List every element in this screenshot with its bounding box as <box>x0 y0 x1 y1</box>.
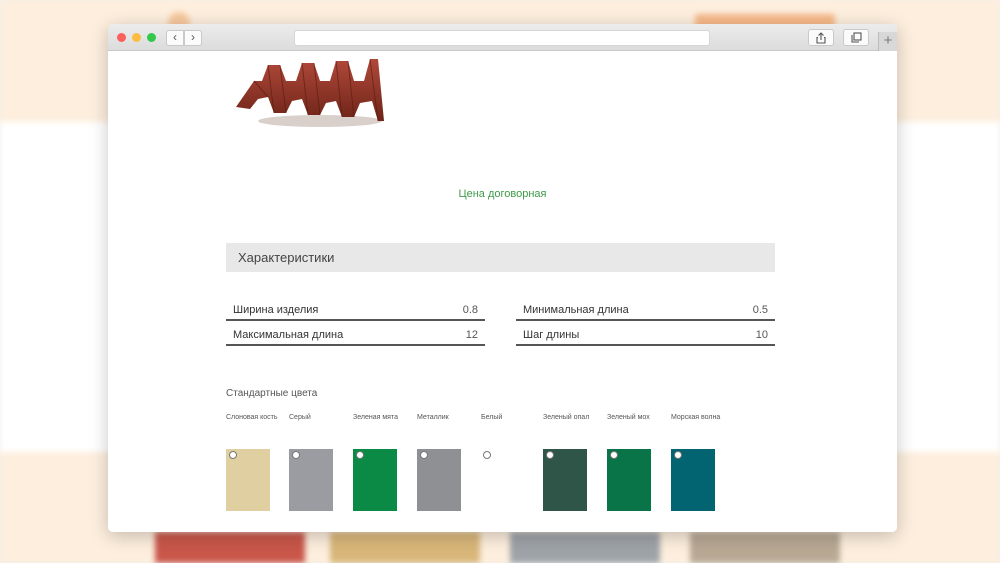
color-radio-white[interactable] <box>483 451 491 459</box>
spec-name: Шаг длины <box>523 329 580 341</box>
address-bar[interactable] <box>294 30 710 46</box>
close-window-button[interactable] <box>117 33 126 42</box>
chevron-left-icon[interactable]: ‹ <box>166 30 184 46</box>
background-tile <box>510 532 660 563</box>
color-label: Белый <box>481 414 503 421</box>
color-label: Зеленый мох <box>607 414 650 421</box>
spec-value: 0.8 <box>462 304 478 316</box>
spec-row: Максимальная длина 12 <box>226 322 485 346</box>
color-label: Металлик <box>417 414 449 421</box>
spec-row: Шаг длины 10 <box>516 322 775 346</box>
color-swatch[interactable] <box>289 449 333 511</box>
color-swatch[interactable] <box>226 449 270 511</box>
color-swatch[interactable] <box>607 449 651 511</box>
page-content: Цена договорная Характеристики Ширина из… <box>108 51 897 532</box>
spec-row: Минимальная длина 0.5 <box>516 297 775 321</box>
color-radio[interactable] <box>356 451 364 459</box>
product-image <box>236 58 384 127</box>
browser-window: ‹ › + Цена договорная Характеристики Шир… <box>108 24 897 532</box>
spec-name: Минимальная длина <box>523 304 629 316</box>
color-swatch[interactable] <box>353 449 397 511</box>
color-radio[interactable] <box>546 451 554 459</box>
share-icon[interactable] <box>808 29 834 46</box>
spec-name: Максимальная длина <box>233 329 344 341</box>
background-tile <box>155 532 305 563</box>
color-swatch[interactable] <box>671 449 715 511</box>
tabs-icon[interactable] <box>843 29 869 46</box>
chevron-right-icon[interactable]: › <box>184 30 202 46</box>
spec-value: 12 <box>465 329 478 341</box>
color-label: Слоновая кость <box>226 414 278 421</box>
zoom-window-button[interactable] <box>147 33 156 42</box>
color-label: Морская волна <box>671 414 721 421</box>
background-tile <box>690 532 840 563</box>
background-tile <box>330 532 480 563</box>
color-radio[interactable] <box>674 451 682 459</box>
color-swatch[interactable] <box>543 449 587 511</box>
color-radio[interactable] <box>610 451 618 459</box>
color-label: Зеленый опал <box>543 414 590 421</box>
color-radio[interactable] <box>420 451 428 459</box>
color-label: Зеленая мята <box>353 414 398 421</box>
spec-value: 0.5 <box>752 304 768 316</box>
color-label: Серый <box>289 414 311 421</box>
spec-name: Ширина изделия <box>233 304 319 316</box>
color-radio[interactable] <box>229 451 237 459</box>
color-radio[interactable] <box>292 451 300 459</box>
colors-title: Стандартные цвета <box>226 388 318 399</box>
plus-icon[interactable]: + <box>878 32 897 51</box>
spec-value: 10 <box>755 329 768 341</box>
price-label: Цена договорная <box>458 188 547 200</box>
browser-toolbar: ‹ › + <box>108 24 897 51</box>
color-swatch[interactable] <box>417 449 461 511</box>
minimize-window-button[interactable] <box>132 33 141 42</box>
spec-row: Ширина изделия 0.8 <box>226 297 485 321</box>
specs-header: Характеристики <box>226 243 775 272</box>
